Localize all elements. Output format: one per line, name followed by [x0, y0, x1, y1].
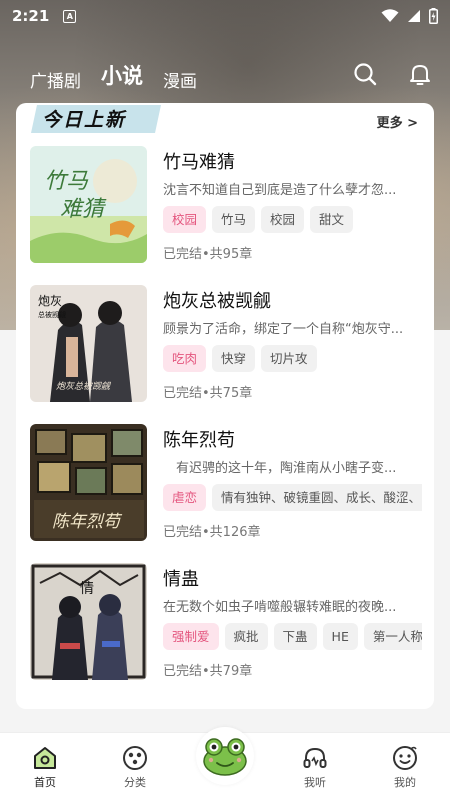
tab-novel[interactable]: 小说: [101, 60, 143, 96]
tag[interactable]: 校园: [163, 206, 207, 233]
tag[interactable]: 强制爱: [163, 623, 219, 650]
book-description: 顾景为了活命，绑定了一个自称“炮灰守...: [163, 322, 404, 337]
nav-listen[interactable]: 我听: [270, 733, 360, 800]
svg-text:炮灰总被觊觎: 炮灰总被觊觎: [56, 381, 112, 392]
book-cover[interactable]: 陈年烈苟: [30, 424, 147, 541]
tag[interactable]: 第一人称: [363, 623, 422, 650]
book-status: 已完结•共95章: [163, 247, 253, 262]
svg-text:总被觊觎: 总被觊觎: [38, 310, 66, 319]
tab-radio-drama[interactable]: 广播剧: [30, 67, 81, 96]
book-title[interactable]: 陈年烈苟: [163, 426, 235, 452]
nav-category[interactable]: 分类: [90, 733, 180, 800]
category-icon: [123, 746, 147, 770]
tag-list: 吃肉 快穿 切片攻: [163, 345, 422, 373]
book-status: 已完结•共126章: [163, 525, 261, 540]
tag[interactable]: 虐恋: [163, 484, 207, 511]
book-cover[interactable]: 炮灰 总被觊觎 炮灰总被觊觎: [30, 285, 147, 402]
frog-mascot-button[interactable]: [196, 727, 254, 785]
more-link[interactable]: 更多 >: [377, 112, 418, 131]
svg-text:难猜: 难猜: [60, 197, 107, 222]
tag[interactable]: 校园: [261, 206, 305, 233]
tag[interactable]: 情有独钟、破镜重圆、成长、酸涩、: [212, 484, 422, 511]
section-title: 今日上新: [42, 109, 127, 131]
tag[interactable]: 吃肉: [163, 345, 207, 372]
frog-mascot-icon: [203, 738, 247, 776]
tag[interactable]: 快穿: [212, 345, 256, 372]
book-description: 沈言不知道自己到底是造了什么孽才忽...: [163, 183, 397, 198]
status-bar: 2:21 A: [0, 0, 450, 32]
status-time: 2:21: [12, 7, 50, 25]
tag[interactable]: 下蛊: [273, 623, 317, 650]
book-description: 有迟骋的这十年，陶淮南从小瞎子变...: [163, 461, 397, 476]
book-item[interactable]: 陈年烈苟 陈年烈苟 有迟骋的这十年，陶淮南从小瞎子变... 虐恋 情有独钟、破镜…: [30, 424, 422, 544]
nav-profile[interactable]: 我的: [360, 733, 450, 800]
book-description: 在无数个如虫子啃噬般辗转难眠的夜晚...: [163, 600, 397, 615]
tab-comic[interactable]: 漫画: [163, 67, 197, 96]
headphones-icon: [303, 747, 327, 768]
tag-list: 强制爱 疯批 下蛊 HE 第一人称: [163, 623, 422, 651]
tag[interactable]: 甜文: [310, 206, 354, 233]
book-item[interactable]: 炮灰 总被觊觎 炮灰总被觊觎 炮灰总被觊觎 顾景为了活命，绑定了一个自称“炮灰守…: [30, 285, 422, 405]
svg-text:竹马: 竹马: [44, 169, 89, 194]
book-cover[interactable]: 竹马 难猜: [30, 146, 147, 263]
book-title[interactable]: 炮灰总被觊觎: [163, 287, 271, 313]
search-icon[interactable]: [351, 60, 379, 88]
profile-icon: [393, 746, 417, 770]
nav-frog-center[interactable]: [180, 727, 270, 800]
book-status: 已完结•共75章: [163, 386, 253, 401]
nav-home-label: 首页: [34, 776, 56, 789]
book-item[interactable]: 情 情蛊 在无数个如虫子啃噬般辗转难眠的夜晚... 强制爱 疯批 下蛊 HE 第…: [30, 563, 422, 683]
book-status: 已完结•共79章: [163, 664, 253, 679]
top-nav: 广播剧 小说 漫画: [0, 52, 450, 96]
nav-home[interactable]: 首页: [0, 733, 90, 800]
notification-badge: A: [63, 9, 77, 23]
status-icons: [381, 8, 438, 24]
tag-list: 虐恋 情有独钟、破镜重圆、成长、酸涩、: [163, 484, 422, 512]
section-header: 今日上新 更多 >: [16, 103, 434, 139]
nav-listen-label: 我听: [304, 776, 326, 789]
tag[interactable]: 疯批: [224, 623, 268, 650]
book-item[interactable]: 竹马 难猜 竹马难猜 沈言不知道自己到底是造了什么孽才忽... 校园 竹马 校园…: [30, 146, 422, 266]
tag-list: 校园 竹马 校园 甜文: [163, 206, 422, 234]
tag[interactable]: 竹马: [212, 206, 256, 233]
bell-icon[interactable]: [406, 60, 434, 88]
svg-text:情: 情: [80, 581, 94, 597]
new-today-card: 今日上新 更多 > 竹马 难猜 竹马难猜 沈言不知道自己到底是造了什么孽才忽..…: [16, 103, 434, 709]
book-title[interactable]: 竹马难猜: [163, 148, 235, 174]
svg-text:炮灰: 炮灰: [38, 294, 62, 308]
svg-text:陈年烈苟: 陈年烈苟: [52, 512, 123, 532]
tag[interactable]: 切片攻: [261, 345, 317, 372]
tag[interactable]: HE: [322, 623, 358, 650]
home-icon: [34, 747, 56, 769]
nav-profile-label: 我的: [394, 776, 416, 789]
book-cover[interactable]: 情: [30, 563, 147, 680]
battery-icon: [429, 8, 438, 24]
wifi-icon: [381, 9, 399, 22]
signal-icon: [408, 10, 420, 22]
bottom-nav: 首页 分类 我听 我的: [0, 727, 450, 800]
book-title[interactable]: 情蛊: [163, 565, 199, 591]
nav-category-label: 分类: [124, 776, 146, 789]
